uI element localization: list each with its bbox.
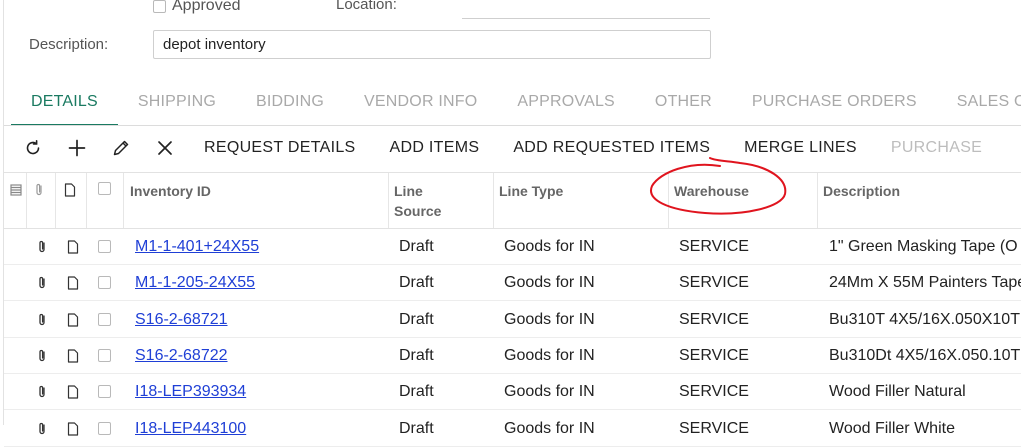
tab-vendor-info[interactable]: VENDOR INFO <box>344 84 497 124</box>
table-row[interactable]: S16-2-68722 Draft Goods for IN SERVICE Bu310… <box>4 338 1021 374</box>
line-type-cell: Goods for IN <box>504 238 595 255</box>
edit-icon[interactable] <box>99 129 143 167</box>
note-icon[interactable] <box>64 383 82 401</box>
purchase-button[interactable]: PURCHASE <box>874 129 999 167</box>
table-row[interactable]: I18-LEP443100 Draft Goods for IN SERVICE Woo… <box>4 411 1021 447</box>
approved-checkbox-group[interactable]: Approved <box>153 0 241 15</box>
row-checkbox[interactable] <box>98 348 111 362</box>
grid-toolbar: REQUEST DETAILS ADD ITEMS ADD REQUESTED … <box>11 129 999 167</box>
description-label: Description: <box>29 36 109 53</box>
add-items-button[interactable]: ADD ITEMS <box>373 129 497 167</box>
column-header-line-source[interactable]: Line Source <box>388 173 448 228</box>
line-source-cell: Draft <box>399 419 434 437</box>
description-cell: 24Mm X 55M Painters Tape <box>829 274 1021 292</box>
note-icon[interactable] <box>64 238 82 256</box>
line-source-cell: Draft <box>399 310 434 328</box>
attachment-icon[interactable] <box>33 311 51 329</box>
table-row[interactable]: M1-1-401+24X55 Draft Goods for IN SERVICE 1"… <box>4 229 1021 265</box>
add-requested-items-button[interactable]: ADD REQUESTED ITEMS <box>496 129 727 167</box>
inventory-id-link[interactable]: S16-2-68721 <box>135 311 228 328</box>
tab-bar: DETAILS SHIPPING BIDDING VENDOR INFO APP… <box>11 84 1021 126</box>
tab-approvals[interactable]: APPROVALS <box>497 84 635 124</box>
location-label: Location: <box>336 0 397 13</box>
attachment-icon[interactable] <box>33 238 51 256</box>
warehouse-cell: SERVICE <box>679 346 749 364</box>
tab-shipping[interactable]: SHIPPING <box>118 84 236 124</box>
column-header-description[interactable]: Description <box>817 173 1017 228</box>
note-icon[interactable] <box>64 274 82 292</box>
add-icon[interactable] <box>55 129 99 167</box>
description-cell: Bu310T 4X5/16X.050X10T <box>829 310 1020 328</box>
row-selector-icon[interactable] <box>7 181 25 199</box>
tab-details[interactable]: DETAILS <box>11 84 118 126</box>
warehouse-cell: SERVICE <box>679 383 749 401</box>
line-type-cell: Goods for IN <box>504 310 595 328</box>
approved-checkbox[interactable] <box>153 0 166 13</box>
inventory-id-link[interactable]: M1-1-401+24X55 <box>135 238 259 255</box>
tab-sales-orders[interactable]: SALES O <box>937 84 1021 124</box>
line-type-cell: Goods for IN <box>504 383 595 401</box>
line-source-cell: Draft <box>399 274 434 292</box>
warehouse-cell: SERVICE <box>679 310 749 328</box>
location-field[interactable] <box>462 18 710 19</box>
row-checkbox[interactable] <box>98 240 111 253</box>
request-details-button[interactable]: REQUEST DETAILS <box>187 129 373 167</box>
inventory-id-link[interactable]: M1-1-205-24X55 <box>135 274 255 291</box>
row-checkbox[interactable] <box>98 385 111 399</box>
description-cell: Wood Filler Natural <box>829 383 966 401</box>
delete-icon[interactable] <box>143 129 187 167</box>
description-input[interactable] <box>153 30 711 59</box>
note-icon[interactable] <box>64 311 82 329</box>
line-source-cell: Draft <box>399 238 434 255</box>
select-all-checkbox[interactable] <box>98 182 111 195</box>
tab-other[interactable]: OTHER <box>635 84 732 124</box>
note-icon[interactable] <box>64 420 82 438</box>
attachment-icon[interactable] <box>33 420 51 438</box>
description-cell: 1" Green Masking Tape (O <box>829 238 1018 255</box>
inventory-id-link[interactable]: S16-2-68722 <box>135 347 228 364</box>
description-cell: Wood Filler White <box>829 419 955 437</box>
table-row[interactable]: M1-1-205-24X55 Draft Goods for IN SERVICE 24… <box>4 265 1021 302</box>
inventory-id-link[interactable]: I18-LEP443100 <box>135 420 246 437</box>
attachment-icon[interactable] <box>33 383 51 401</box>
inventory-id-link[interactable]: I18-LEP393934 <box>135 383 246 400</box>
line-type-cell: Goods for IN <box>504 274 595 292</box>
column-header-warehouse[interactable]: Warehouse <box>668 173 798 228</box>
warehouse-cell: SERVICE <box>679 274 749 292</box>
attachment-header-icon <box>30 181 48 199</box>
tab-purchase-orders[interactable]: PURCHASE ORDERS <box>732 84 937 124</box>
warehouse-cell: SERVICE <box>679 419 749 437</box>
line-source-cell: Draft <box>399 383 434 401</box>
warehouse-cell: SERVICE <box>679 238 749 255</box>
attachment-icon[interactable] <box>33 274 51 292</box>
line-type-cell: Goods for IN <box>504 419 595 437</box>
row-checkbox[interactable] <box>98 421 111 435</box>
column-header-line-type[interactable]: Line Type <box>493 173 653 228</box>
refresh-icon[interactable] <box>11 129 55 167</box>
row-checkbox[interactable] <box>98 312 111 326</box>
attachment-icon[interactable] <box>33 347 51 365</box>
approved-label: Approved <box>172 0 241 14</box>
note-header-icon <box>61 181 79 199</box>
line-type-cell: Goods for IN <box>504 346 595 364</box>
note-icon[interactable] <box>64 347 82 365</box>
line-source-cell: Draft <box>399 346 434 364</box>
merge-lines-button[interactable]: MERGE LINES <box>727 129 874 167</box>
table-row[interactable]: I18-LEP393934 Draft Goods for IN SERVICE Woo… <box>4 374 1021 411</box>
tab-bidding[interactable]: BIDDING <box>236 84 344 124</box>
description-cell: Bu310Dt 4X5/16X.050.10T <box>829 346 1021 364</box>
tabs-divider <box>4 125 1021 126</box>
table-row[interactable]: S16-2-68721 Draft Goods for IN SERVICE Bu310… <box>4 302 1021 338</box>
grid-header: Inventory ID Line Source Line Type Wareh… <box>4 172 1021 229</box>
row-checkbox[interactable] <box>98 276 111 290</box>
column-header-inventory-id[interactable]: Inventory ID <box>124 173 384 228</box>
